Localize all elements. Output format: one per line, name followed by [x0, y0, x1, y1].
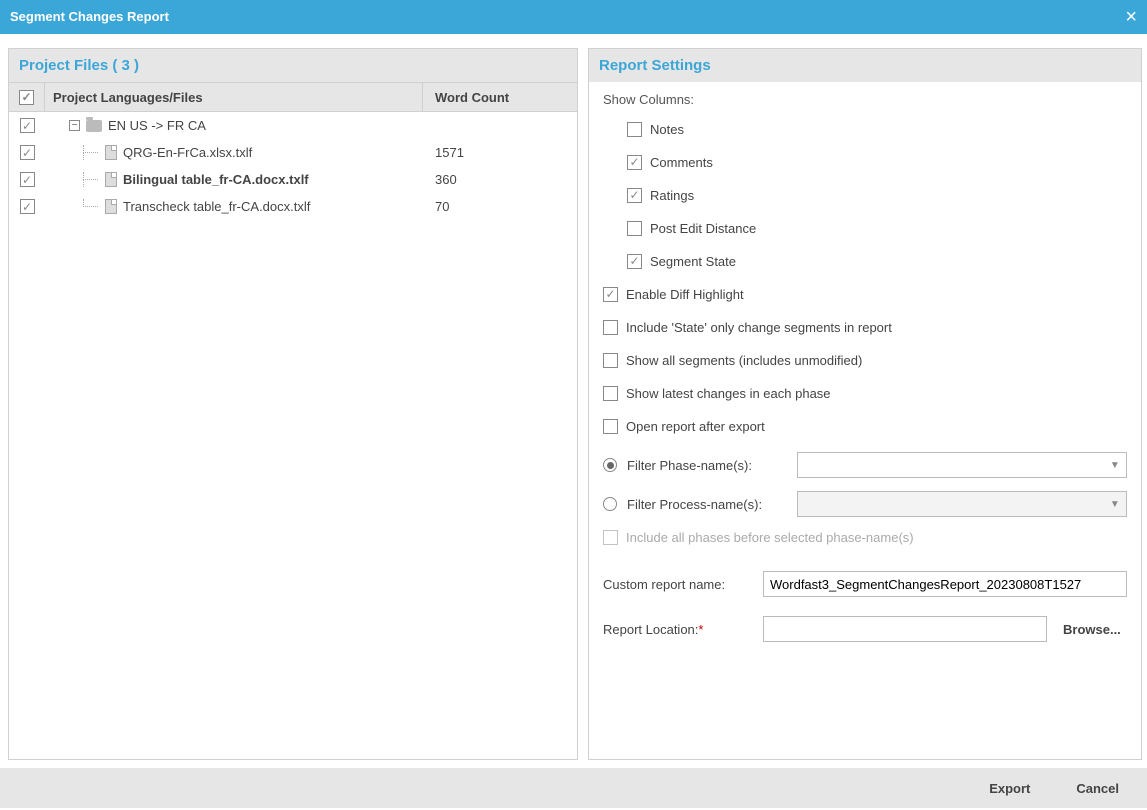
report-settings-panel: Report Settings Show Columns: Notes Comm…: [588, 48, 1142, 760]
file-icon: [105, 145, 117, 160]
comments-label: Comments: [650, 155, 713, 170]
column-header-count: Word Count: [423, 83, 577, 111]
folder-icon: [86, 120, 102, 132]
file-word-count: 360: [423, 166, 577, 193]
report-location-label: Report Location:*: [603, 622, 753, 637]
cancel-button[interactable]: Cancel: [1076, 781, 1119, 796]
browse-button[interactable]: Browse...: [1057, 618, 1127, 641]
show-latest-label: Show latest changes in each phase: [626, 386, 831, 401]
filter-process-select: ▼: [797, 491, 1127, 517]
state-only-checkbox[interactable]: [603, 320, 618, 335]
close-icon[interactable]: ×: [1125, 0, 1137, 34]
filter-phase-label: Filter Phase-name(s):: [627, 458, 787, 473]
file-row[interactable]: Bilingual table_fr-CA.docx.txlf 360: [9, 166, 577, 193]
show-all-label: Show all segments (includes unmodified): [626, 353, 862, 368]
folder-checkbox[interactable]: [20, 118, 35, 133]
ratings-checkbox[interactable]: [627, 188, 642, 203]
file-row[interactable]: Transcheck table_fr-CA.docx.txlf 70: [9, 193, 577, 220]
file-name: Bilingual table_fr-CA.docx.txlf: [123, 172, 309, 187]
column-header-name: Project Languages/Files: [45, 83, 423, 111]
file-checkbox[interactable]: [20, 145, 35, 160]
filter-process-label: Filter Process-name(s):: [627, 497, 787, 512]
file-name: QRG-En-FrCa.xlsx.txlf: [123, 145, 252, 160]
collapse-icon[interactable]: [69, 120, 80, 131]
file-icon: [105, 172, 117, 187]
state-only-label: Include 'State' only change segments in …: [626, 320, 892, 335]
enable-diff-checkbox[interactable]: [603, 287, 618, 302]
ped-checkbox[interactable]: [627, 221, 642, 236]
chevron-down-icon: ▼: [1110, 499, 1120, 510]
filter-process-radio[interactable]: [603, 497, 617, 511]
chevron-down-icon: ▼: [1110, 460, 1120, 471]
include-all-phases-checkbox: [603, 530, 618, 545]
segment-state-label: Segment State: [650, 254, 736, 269]
file-checkbox[interactable]: [20, 172, 35, 187]
custom-name-label: Custom report name:: [603, 577, 753, 592]
open-after-label: Open report after export: [626, 419, 765, 434]
file-word-count: 1571: [423, 139, 577, 166]
report-location-input[interactable]: [763, 616, 1047, 642]
file-checkbox[interactable]: [20, 199, 35, 214]
custom-name-input[interactable]: [763, 571, 1127, 597]
include-all-phases-label: Include all phases before selected phase…: [626, 530, 914, 545]
file-row[interactable]: QRG-En-FrCa.xlsx.txlf 1571: [9, 139, 577, 166]
file-name: Transcheck table_fr-CA.docx.txlf: [123, 199, 310, 214]
notes-label: Notes: [650, 122, 684, 137]
ratings-label: Ratings: [650, 188, 694, 203]
enable-diff-label: Enable Diff Highlight: [626, 287, 744, 302]
language-folder-row[interactable]: EN US -> FR CA: [9, 112, 577, 139]
segment-state-checkbox[interactable]: [627, 254, 642, 269]
report-settings-header: Report Settings: [589, 49, 1141, 82]
show-latest-checkbox[interactable]: [603, 386, 618, 401]
select-all-checkbox[interactable]: [19, 90, 34, 105]
open-after-checkbox[interactable]: [603, 419, 618, 434]
filter-phase-select[interactable]: ▼: [797, 452, 1127, 478]
show-columns-label: Show Columns:: [603, 92, 1127, 107]
notes-checkbox[interactable]: [627, 122, 642, 137]
comments-checkbox[interactable]: [627, 155, 642, 170]
show-all-checkbox[interactable]: [603, 353, 618, 368]
file-icon: [105, 199, 117, 214]
filter-phase-radio[interactable]: [603, 458, 617, 472]
export-button[interactable]: Export: [989, 781, 1030, 796]
project-files-header: Project Files ( 3 ): [9, 49, 577, 82]
project-files-panel: Project Files ( 3 ) Project Languages/Fi…: [8, 48, 578, 760]
folder-label: EN US -> FR CA: [108, 118, 206, 133]
file-word-count: 70: [423, 193, 577, 220]
dialog-title: Segment Changes Report: [10, 0, 169, 34]
ped-label: Post Edit Distance: [650, 221, 756, 236]
